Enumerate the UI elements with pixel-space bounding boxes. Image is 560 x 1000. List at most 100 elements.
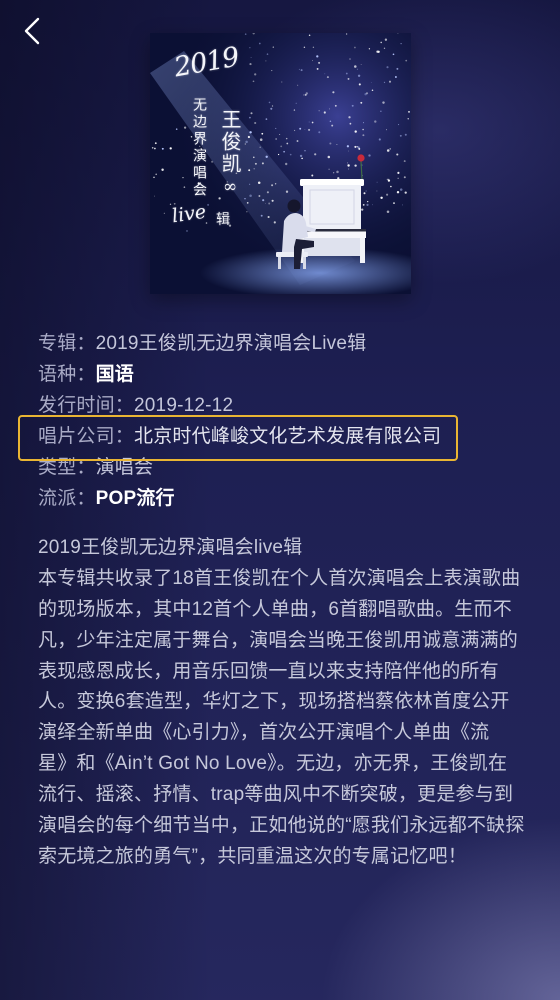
pianist-head (287, 199, 301, 213)
audience-light (296, 140, 299, 142)
audience-light (218, 197, 221, 200)
audience-light (254, 162, 257, 165)
audience-light (153, 176, 155, 179)
audience-light (324, 73, 326, 75)
audience-light (258, 195, 261, 197)
audience-light (253, 156, 255, 159)
audience-light (378, 138, 381, 141)
audience-light (403, 160, 406, 163)
audience-light (270, 107, 273, 110)
description-line: 演唱会的每个细节当中，正如他说的“愿我们永远都不缺探 (38, 815, 525, 837)
audience-light (308, 128, 311, 131)
description-line: 星》和《Ain’t Got No Love》。无边，亦无界，王俊凯在 (38, 753, 508, 775)
audience-light (294, 129, 296, 132)
audience-light (318, 61, 321, 64)
audience-light (362, 204, 365, 206)
audience-light (392, 53, 395, 56)
audience-light (354, 145, 357, 148)
description-line: 本专辑共收录了18首王俊凯在个人首次演唱会上表演歌曲 (38, 567, 521, 589)
chevron-left-icon (24, 17, 40, 45)
audience-light (316, 55, 319, 58)
cover-artist-lettering: 王俊凯 (218, 109, 242, 175)
description-line: 索无境之旅的勇气”，共同重温这次的专属记忆吧！ (38, 845, 467, 867)
audience-light (273, 221, 276, 224)
description-line: 流行、摇滚、抒情、trap等曲风中不断突破，更是参与到 (38, 784, 514, 806)
audience-light (380, 110, 382, 112)
audience-light (169, 147, 172, 150)
audience-light (357, 74, 361, 77)
info-row-album: 专辑：2019王俊凯无边界演唱会Live辑 (38, 328, 538, 359)
audience-light (396, 67, 399, 70)
audience-light (363, 192, 366, 195)
audience-light (345, 33, 348, 35)
language-link[interactable]: 国语 (96, 364, 134, 385)
audience-light (151, 146, 154, 149)
piano-bench (276, 252, 308, 257)
audience-light (250, 112, 253, 115)
audience-light (297, 84, 299, 86)
album-name-value: 2019王俊凯无边界演唱会Live辑 (95, 333, 367, 354)
audience-light (358, 83, 361, 86)
audience-light (265, 155, 268, 158)
audience-light (244, 33, 247, 35)
bench-leg-right (303, 257, 306, 269)
audience-light (245, 140, 248, 144)
audience-light (280, 145, 283, 148)
bench-leg-left (278, 257, 281, 269)
audience-light (283, 150, 285, 153)
genre-link[interactable]: POP流行 (96, 488, 175, 509)
audience-light (402, 204, 403, 206)
audience-light (404, 133, 407, 136)
audience-light (333, 172, 335, 174)
audience-light (388, 178, 390, 180)
back-button[interactable] (20, 15, 48, 47)
audience-light (396, 153, 399, 156)
audience-light (183, 186, 186, 188)
audience-light (399, 188, 403, 191)
highlight-box (18, 415, 458, 461)
audience-light (247, 135, 251, 139)
audience-light (356, 146, 358, 148)
album-description: 2019王俊凯无边界演唱会live辑 本专辑共收录了18首王俊凯在个人首次演唱会… (38, 533, 553, 873)
audience-light (348, 168, 350, 170)
audience-light (326, 76, 329, 79)
audience-light (371, 89, 374, 92)
audience-light (182, 177, 184, 179)
audience-light (347, 150, 349, 152)
audience-light (265, 60, 267, 62)
audience-light (300, 69, 303, 72)
audience-light (386, 66, 389, 69)
audience-light (318, 131, 321, 134)
audience-light (316, 67, 319, 70)
audience-light (368, 154, 371, 157)
audience-light (399, 134, 402, 137)
cover-live-lettering: live (170, 200, 208, 228)
audience-light (295, 102, 297, 104)
audience-light (382, 101, 385, 104)
audience-light (346, 145, 350, 148)
audience-light (386, 129, 387, 131)
audience-light (311, 121, 314, 124)
description-line: 的现场版本，其中12首个人单曲，6首翻唱歌曲。生而不 (38, 598, 512, 620)
audience-light (303, 94, 305, 96)
description-line: 表现感恩成长，用音乐回馈一直以来支持陪伴他的所有 (38, 660, 499, 682)
audience-light (368, 48, 371, 50)
audience-light (363, 122, 364, 124)
audience-light (299, 154, 303, 158)
audience-light (271, 105, 274, 107)
audience-light (329, 142, 332, 145)
audience-light (397, 171, 400, 174)
audience-light (274, 183, 277, 185)
audience-light (249, 63, 252, 66)
audience-light (393, 202, 395, 204)
release-date-value: 2019-12-12 (134, 395, 234, 416)
audience-light (407, 118, 409, 120)
audience-light (312, 60, 313, 62)
audience-light (265, 202, 266, 204)
audience-light (349, 122, 352, 125)
audience-light (365, 190, 367, 192)
audience-light (328, 168, 330, 171)
info-label: 发行时间： (38, 395, 135, 416)
audience-light (252, 80, 255, 83)
audience-light (254, 73, 257, 76)
